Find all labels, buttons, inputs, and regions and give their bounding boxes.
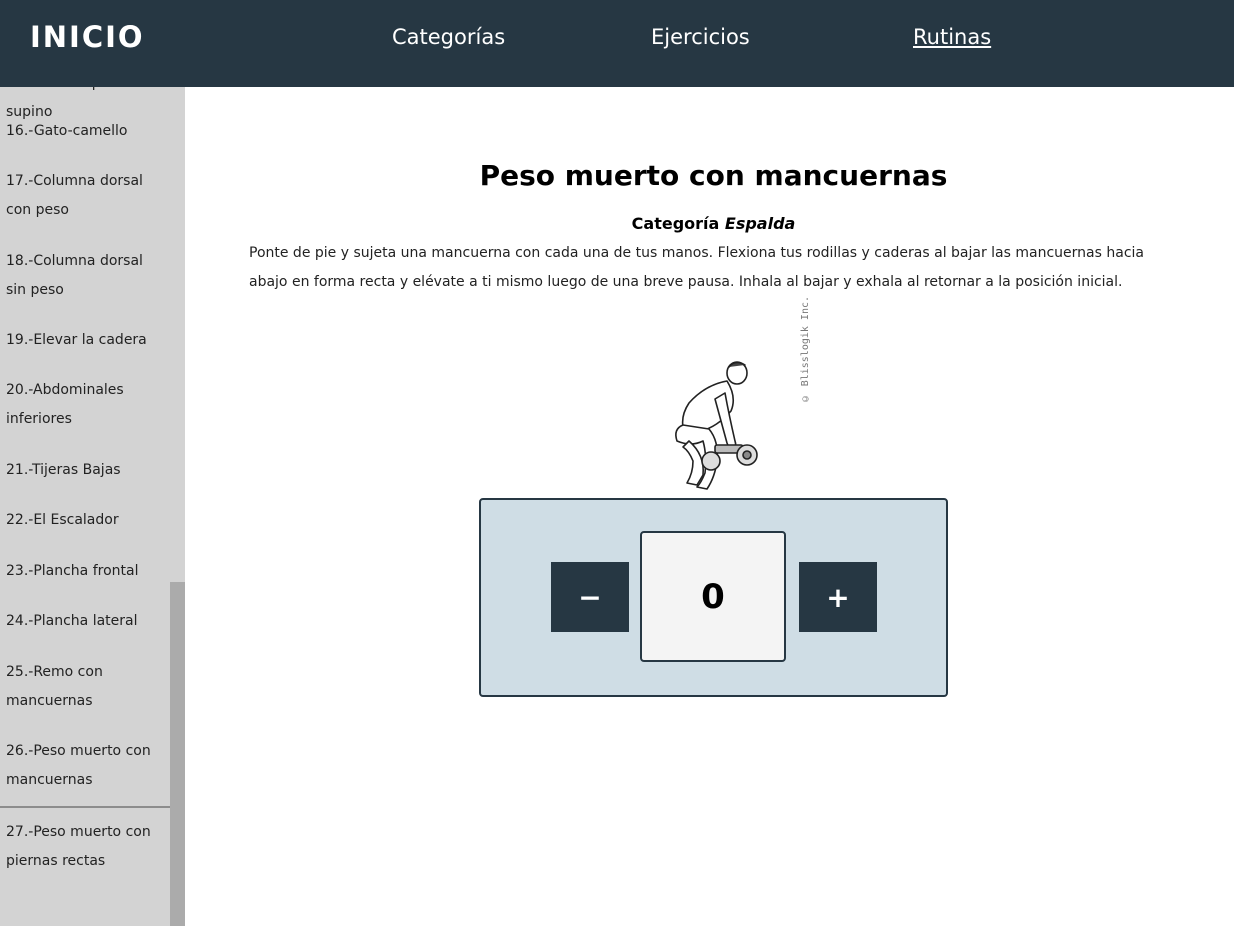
- sidebar-item-27[interactable]: 27.-Peso muerto con piernas rectas: [0, 806, 170, 886]
- exercise-illustration: [675, 361, 758, 490]
- sidebar-item-21[interactable]: 21.-Tijeras Bajas: [0, 456, 170, 506]
- sidebar-scrollbar-thumb[interactable]: [170, 582, 185, 926]
- top-navbar: INICIO Categorías Ejercicios Rutinas: [0, 0, 1234, 87]
- sidebar-item-18[interactable]: 18.-Columna dorsal sin peso: [0, 247, 170, 326]
- sidebar-item-16[interactable]: 16.-Gato-camello: [0, 117, 170, 167]
- image-copyright: © Blisslogik Inc.: [800, 296, 811, 404]
- nav-link-ejercicios[interactable]: Ejercicios: [651, 25, 750, 49]
- exercise-category: Categoría Espalda: [185, 214, 1234, 233]
- exercise-description: Ponte de pie y sujeta una mancuerna con …: [249, 245, 1144, 290]
- category-label: Categoría: [631, 214, 720, 233]
- nav-link-categorias[interactable]: Categorías: [392, 25, 505, 49]
- decrement-button[interactable]: −: [551, 562, 629, 632]
- category-value: Espalda: [724, 214, 796, 233]
- sidebar-item-22[interactable]: 22.-El Escalador: [0, 506, 170, 557]
- sidebar-item-17[interactable]: 17.-Columna dorsal con peso: [0, 167, 170, 247]
- rep-counter: − +: [479, 498, 948, 697]
- home-link[interactable]: INICIO: [30, 20, 145, 54]
- increment-button[interactable]: +: [799, 562, 877, 632]
- sidebar: 15.-Basculo pélvico en supino 16.-Gato-c…: [0, 0, 185, 926]
- exercise-title: Peso muerto con mancuernas: [479, 159, 948, 192]
- sidebar-item-19[interactable]: 19.-Elevar la cadera: [0, 326, 170, 376]
- sidebar-list: 15.-Basculo pélvico en supino 16.-Gato-c…: [0, 69, 170, 886]
- sidebar-item-23[interactable]: 23.-Plancha frontal: [0, 557, 170, 607]
- counter-value-field[interactable]: [640, 531, 786, 662]
- sidebar-item-26[interactable]: 26.-Peso muerto con mancuernas: [0, 737, 170, 806]
- nav-link-rutinas[interactable]: Rutinas: [913, 25, 991, 49]
- sidebar-item-25[interactable]: 25.-Remo con mancuernas: [0, 658, 170, 737]
- sidebar-item-20[interactable]: 20.-Abdominales inferiores: [0, 376, 170, 456]
- sidebar-item-24[interactable]: 24.-Plancha lateral: [0, 607, 170, 658]
